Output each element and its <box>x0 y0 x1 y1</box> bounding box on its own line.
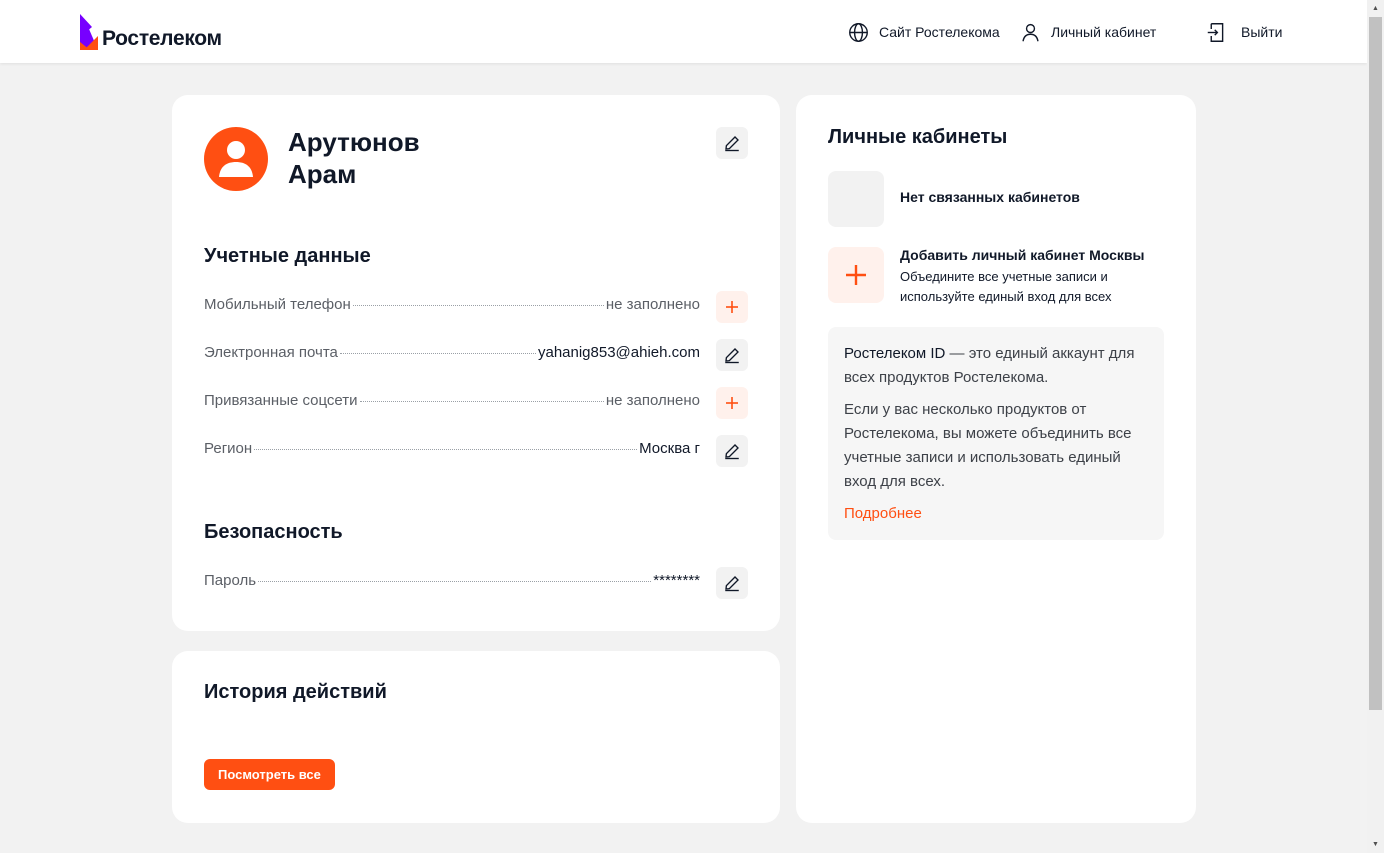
pencil-icon <box>725 136 739 152</box>
view-all-button[interactable]: Посмотреть все <box>204 759 335 790</box>
pencil-icon <box>725 576 739 592</box>
pencil-icon <box>725 444 739 460</box>
cabinet-link[interactable]: Личный кабинет <box>1020 18 1156 46</box>
dotted-leader <box>359 401 604 402</box>
row-phone-value: не заполнено <box>605 296 700 313</box>
profile-card: Арутюнов Арам Учетные данные Мобильный т… <box>172 95 780 631</box>
more-link[interactable]: Подробнее <box>844 502 922 526</box>
info-box: Ростелеком ID — это единый аккаунт для в… <box>828 327 1164 540</box>
row-phone-label: Мобильный телефон <box>204 296 351 313</box>
dotted-leader <box>258 581 652 582</box>
site-link-label: Сайт Ростелекома <box>879 24 1000 40</box>
row-phone: Мобильный телефон не заполнено <box>204 296 700 316</box>
plus-icon <box>846 265 866 285</box>
history-title: История действий <box>204 681 387 703</box>
row-email-label: Электронная почта <box>204 344 338 361</box>
pencil-icon <box>725 348 739 364</box>
logo-mark-icon <box>80 14 98 50</box>
row-password-value: ******** <box>653 572 700 589</box>
no-accounts-text: Нет связанных кабинетов <box>900 189 1080 205</box>
scroll-thumb[interactable] <box>1369 17 1382 710</box>
account-placeholder <box>828 171 884 227</box>
top-header: Ростелеком Сайт Ростелекома Личный кабин… <box>0 0 1367 63</box>
edit-name-button[interactable] <box>716 127 748 159</box>
scroll-up-arrow-icon[interactable]: ▲ <box>1367 0 1384 17</box>
globe-icon <box>849 22 868 42</box>
row-password: Пароль ******** <box>204 572 700 592</box>
edit-region-button[interactable] <box>716 435 748 467</box>
cabinet-link-label: Личный кабинет <box>1051 24 1157 40</box>
info-paragraph-2: Если у вас несколько продуктов от Ростел… <box>844 401 1132 490</box>
credentials-title: Учетные данные <box>204 245 371 267</box>
dotted-leader <box>352 305 604 306</box>
add-account-button[interactable] <box>828 247 884 303</box>
security-title: Безопасность <box>204 521 343 543</box>
page-scrollbar[interactable]: ▲ ▼ <box>1367 0 1384 853</box>
row-email: Электронная почта yahanig853@ahieh.com <box>204 344 700 364</box>
add-account-title[interactable]: Добавить личный кабинет Москвы <box>900 247 1144 263</box>
profile-last-name: Арутюнов <box>288 127 420 157</box>
rostelecom-logo[interactable]: Ростелеком <box>80 14 222 50</box>
accounts-title: Личные кабинеты <box>828 126 1008 148</box>
row-email-value: yahanig853@ahieh.com <box>537 344 700 361</box>
user-icon <box>1022 23 1039 41</box>
dotted-leader <box>339 353 536 354</box>
avatar <box>204 127 268 191</box>
add-phone-button[interactable] <box>716 291 748 323</box>
row-social-label: Привязанные соцсети <box>204 392 358 409</box>
history-card: История действий Посмотреть все <box>172 651 780 823</box>
row-social: Привязанные соцсети не заполнено <box>204 392 700 412</box>
plus-icon <box>726 397 738 409</box>
add-social-button[interactable] <box>716 387 748 419</box>
row-region-value: Москва г <box>639 440 700 457</box>
info-paragraph-1: Ростелеком ID — это единый аккаунт для в… <box>844 342 1148 390</box>
edit-email-button[interactable] <box>716 339 748 371</box>
add-account-description: Объедините все учетные записи и использу… <box>900 269 1112 304</box>
profile-name: Арутюнов Арам <box>288 126 420 190</box>
logout-link-label: Выйти <box>1241 24 1283 40</box>
row-region: Регион Москва г <box>204 440 700 460</box>
row-password-label: Пароль <box>204 572 257 589</box>
avatar-user-icon <box>219 141 253 177</box>
logo-text: Ростелеком <box>102 27 222 50</box>
profile-first-name: Арам <box>288 159 357 189</box>
logout-link[interactable]: Выйти <box>1206 18 1282 46</box>
plus-icon <box>726 301 738 313</box>
row-social-value: не заполнено <box>605 392 700 409</box>
scroll-down-arrow-icon[interactable]: ▼ <box>1367 836 1384 853</box>
site-link[interactable]: Сайт Ростелекома <box>848 18 1000 46</box>
accounts-card: Личные кабинеты Нет связанных кабинетов … <box>796 95 1196 823</box>
logout-icon <box>1207 22 1224 42</box>
dotted-leader <box>254 449 638 450</box>
info-lead: Ростелеком ID <box>844 345 946 362</box>
edit-password-button[interactable] <box>716 567 748 599</box>
row-region-label: Регион <box>204 440 253 457</box>
